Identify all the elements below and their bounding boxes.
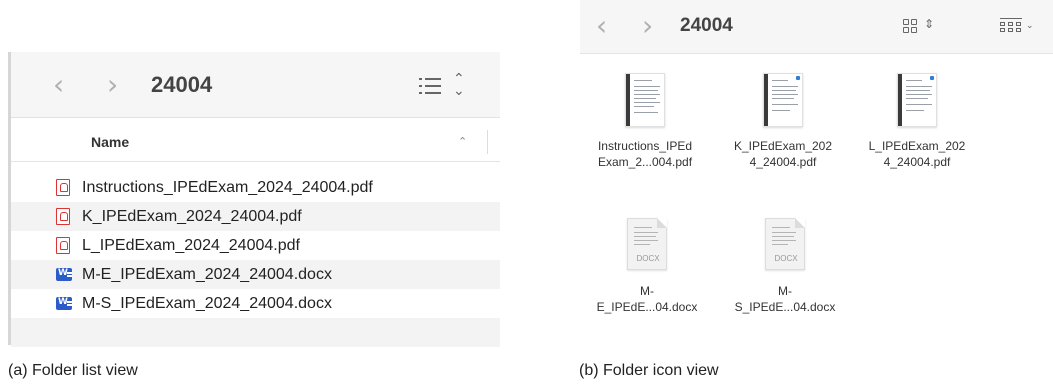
toolbar: ‹ › 24004 ⇕ ⌄: [580, 0, 1053, 54]
file-name: K_IPEdExam_2024_24004.pdf: [82, 208, 302, 225]
finder-window-list-view: ‹ › 24004 ⌃ ⌄ Name ⌃ Instructions_IPEdExa…: [8, 52, 500, 347]
back-button[interactable]: ‹: [596, 12, 607, 40]
column-header-name[interactable]: Name ⌃: [11, 122, 500, 162]
file-name: Instructions_IPEdExam_2024_24004.pdf: [82, 179, 373, 196]
file-tile[interactable]: K_IPEdExam_202 4_24004.pdf: [718, 73, 848, 170]
folder-title: 24004: [680, 15, 733, 36]
file-row[interactable]: L_IPEdExam_2024_24004.pdf: [11, 231, 500, 260]
empty-row: [11, 318, 500, 347]
docx-thumbnail-icon: DOCX: [763, 218, 807, 272]
file-name: M-E_IPEdExam_2024_24004.docx: [82, 266, 332, 283]
view-options-button[interactable]: ⌃ ⌄: [419, 71, 479, 99]
file-caption-line: L_IPEdExam_202: [868, 139, 966, 153]
word-icon: [56, 297, 72, 310]
file-caption-line: 4_24004.pdf: [883, 155, 951, 169]
toolbar: ‹ › 24004 ⌃ ⌄: [11, 52, 500, 118]
file-list: Instructions_IPEdExam_2024_24004.pdf K_I…: [11, 173, 500, 347]
file-row[interactable]: M-E_IPEdExam_2024_24004.docx: [11, 260, 500, 289]
chevron-down-icon[interactable]: ⌄: [1026, 21, 1034, 31]
docx-thumbnail-icon: DOCX: [625, 218, 669, 272]
file-caption-line: 4_24004.pdf: [749, 155, 817, 169]
file-caption-line: M-: [640, 284, 654, 298]
file-row[interactable]: M-S_IPEdExam_2024_24004.docx: [11, 289, 500, 318]
file-tile[interactable]: L_IPEdExam_202 4_24004.pdf: [852, 73, 982, 170]
file-caption-line: S_IPEdE...04.docx: [734, 300, 836, 314]
column-divider[interactable]: [487, 130, 488, 154]
pdf-thumbnail-icon: [761, 73, 805, 127]
forward-button[interactable]: ›: [107, 71, 118, 99]
finder-window-icon-view: ‹ › 24004 ⇕ ⌄ Instructions_IPEd Exam_2..…: [580, 0, 1053, 350]
file-name: M-S_IPEdExam_2024_24004.docx: [82, 295, 332, 312]
file-row[interactable]: K_IPEdExam_2024_24004.pdf: [11, 202, 500, 231]
file-caption-line: E_IPEdE...04.docx: [596, 300, 698, 314]
file-tile[interactable]: DOCX M- S_IPEdE...04.docx: [720, 218, 850, 315]
file-tile[interactable]: DOCX M- E_IPEdE...04.docx: [582, 218, 712, 315]
file-caption-line: Exam_2...004.pdf: [597, 155, 693, 169]
pdf-thumbnail-icon: [623, 73, 667, 127]
column-label-name: Name: [91, 134, 130, 150]
pdf-icon: [56, 237, 70, 254]
figure-caption-b: (b) Folder icon view: [579, 362, 719, 379]
file-extension-label: DOCX: [774, 254, 798, 263]
chevron-updown-icon[interactable]: ⇕: [924, 17, 934, 31]
file-extension-label: DOCX: [636, 254, 660, 263]
pdf-thumbnail-icon: [895, 73, 939, 127]
list-view-icon: [419, 77, 443, 95]
sort-ascending-icon: ⌃: [458, 135, 468, 148]
file-name: L_IPEdExam_2024_24004.pdf: [82, 237, 300, 254]
group-by-icon[interactable]: [1000, 18, 1022, 34]
folder-title: 24004: [151, 72, 213, 97]
file-caption-line: K_IPEdExam_202: [733, 139, 833, 153]
file-row[interactable]: Instructions_IPEdExam_2024_24004.pdf: [11, 173, 500, 202]
file-caption-line: Instructions_IPEd: [597, 139, 693, 153]
figure-caption-a: (a) Folder list view: [8, 362, 138, 379]
word-icon: [56, 268, 72, 281]
file-tile[interactable]: Instructions_IPEd Exam_2...004.pdf: [580, 73, 710, 170]
file-caption-line: M-: [778, 284, 792, 298]
chevron-updown-icon: ⌃ ⌄: [453, 71, 465, 99]
pdf-icon: [56, 208, 70, 225]
pdf-icon: [56, 179, 70, 196]
forward-button[interactable]: ›: [642, 12, 653, 40]
grid-view-icon[interactable]: [903, 19, 917, 33]
back-button[interactable]: ‹: [53, 71, 64, 99]
